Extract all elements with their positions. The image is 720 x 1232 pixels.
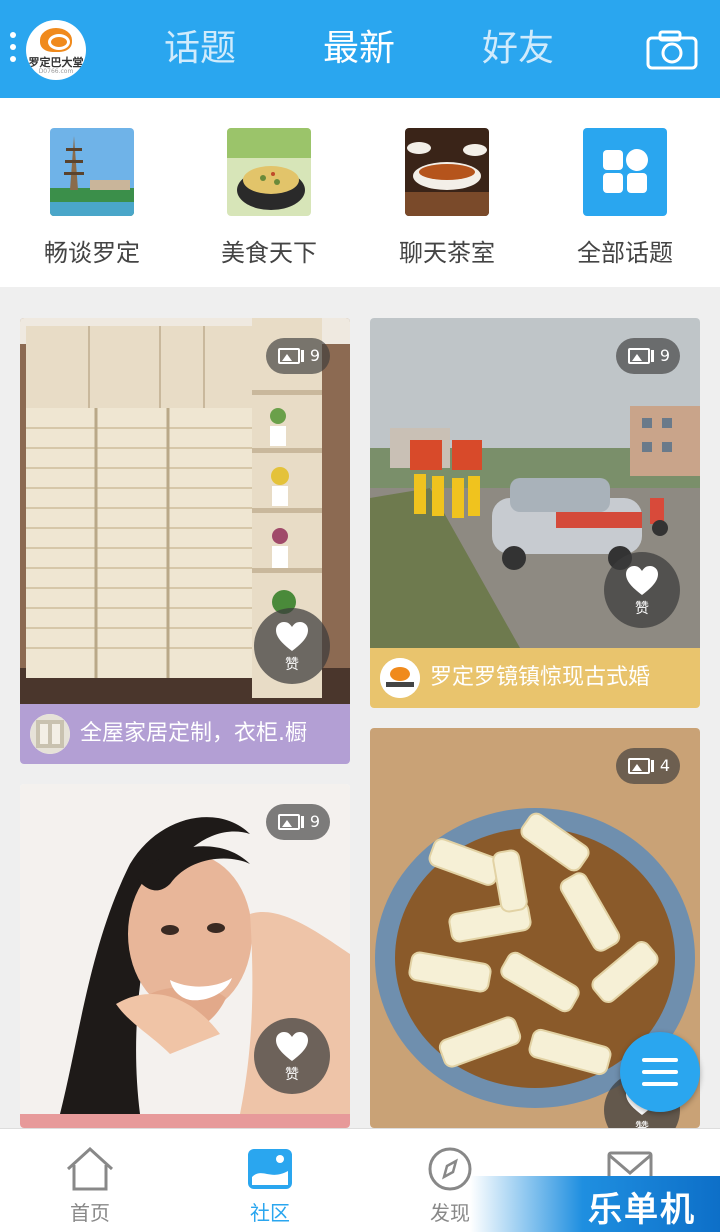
like-label: 赞 — [285, 1067, 299, 1083]
menu-dots-icon[interactable] — [8, 32, 18, 68]
category-food[interactable]: 美食天下 — [199, 128, 339, 268]
nav-community[interactable]: 社区 — [210, 1129, 330, 1232]
category-label: 聊天茶室 — [399, 239, 495, 267]
image-count-badge: 9 — [616, 338, 680, 374]
post-caption-bar: 全屋家居定制，衣柜.橱 — [20, 704, 350, 764]
app-logo[interactable]: 罗定巴大堂 D0766.com — [26, 20, 86, 80]
nav-label: 社区 — [250, 1201, 290, 1225]
top-bar: 罗定巴大堂 D0766.com 话题 最新 好友 — [0, 0, 720, 98]
user-avatar[interactable] — [380, 658, 420, 698]
like-button[interactable]: 赞 — [254, 608, 330, 684]
category-label: 美食天下 — [221, 239, 317, 267]
grid-icon — [583, 128, 667, 216]
feed-card[interactable]: 9 赞 全屋家居定制，衣柜.橱 — [20, 318, 350, 764]
image-icon — [628, 348, 650, 364]
user-avatar[interactable] — [30, 714, 70, 754]
tea-photo — [405, 128, 489, 216]
tab-topic[interactable]: 话题 — [164, 26, 236, 72]
nav-home[interactable]: 首页 — [30, 1129, 150, 1232]
image-count-badge: 4 — [616, 748, 680, 784]
image-count-badge: 9 — [266, 338, 330, 374]
post-title: 全屋家居定制，衣柜.橱 — [80, 721, 307, 746]
image-icon — [628, 758, 650, 774]
home-icon — [66, 1147, 114, 1191]
pagoda-photo — [50, 128, 134, 216]
post-caption-bar — [20, 1114, 350, 1128]
logo-sub-text: D0766.com — [38, 68, 74, 75]
heart-icon — [276, 622, 308, 651]
tab-latest[interactable]: 最新 — [323, 26, 395, 72]
feed-card[interactable]: 9 赞 罗定罗镜镇惊现古式婚 — [370, 318, 700, 708]
food-photo — [227, 128, 311, 216]
floating-menu-button[interactable] — [620, 1032, 700, 1112]
camera-icon[interactable] — [646, 30, 698, 70]
image-icon — [278, 348, 300, 364]
like-label: 赞 — [604, 1118, 680, 1128]
post-caption-bar: 罗定罗镜镇惊现古式婚 — [370, 648, 700, 708]
category-label: 全部话题 — [577, 239, 673, 267]
tab-friends[interactable]: 好友 — [482, 26, 554, 72]
heart-icon — [626, 566, 658, 595]
post-title: 罗定罗镜镇惊现古式婚 — [430, 665, 651, 690]
image-count-badge: 9 — [266, 804, 330, 840]
category-luoding[interactable]: 畅谈罗定 — [22, 128, 162, 268]
category-strip: 畅谈罗定 美食天下 聊天茶室 全部话题 — [0, 98, 720, 287]
feed-card[interactable]: 9 赞 — [20, 784, 350, 1128]
like-label: 赞 — [285, 657, 299, 673]
category-all-topics[interactable]: 全部话题 — [555, 128, 695, 268]
watermark-text: 乐单机 — [588, 1190, 696, 1230]
like-button[interactable]: 赞 — [254, 1018, 330, 1094]
community-icon — [248, 1149, 292, 1189]
like-label: 赞 — [635, 601, 649, 617]
heart-icon — [276, 1032, 308, 1061]
category-tea[interactable]: 聊天茶室 — [377, 128, 517, 268]
like-button[interactable]: 赞 — [604, 552, 680, 628]
image-icon — [278, 814, 300, 830]
category-label: 畅谈罗定 — [44, 239, 140, 267]
logo-mark — [40, 28, 72, 52]
nav-label: 首页 — [70, 1201, 110, 1225]
watermark: 乐单机 — [470, 1176, 720, 1232]
compass-icon — [428, 1147, 472, 1191]
